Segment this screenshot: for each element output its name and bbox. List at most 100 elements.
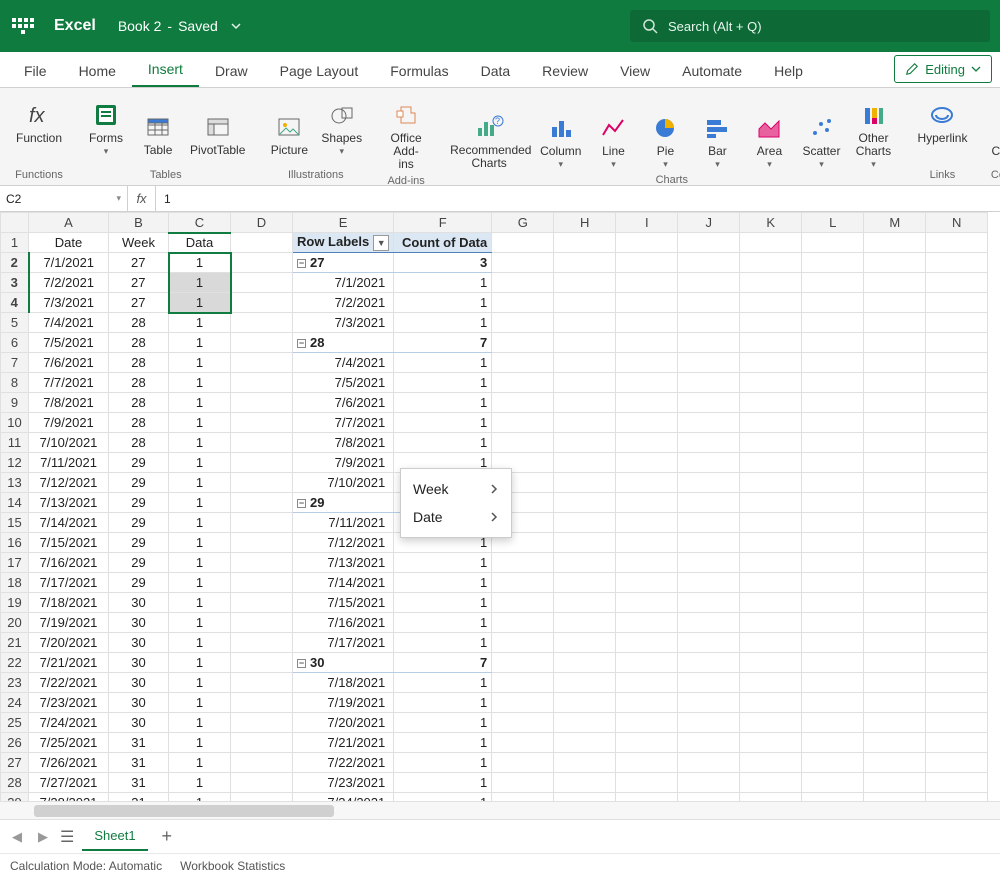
cell-C5[interactable]: 1 — [169, 313, 231, 333]
cell-A29[interactable]: 7/28/2021 — [29, 793, 109, 802]
cell-K11[interactable] — [740, 433, 802, 453]
cell-A23[interactable]: 7/22/2021 — [29, 673, 109, 693]
row-header-18[interactable]: 18 — [1, 573, 29, 593]
cell-G23[interactable] — [492, 673, 554, 693]
cell-N11[interactable] — [926, 433, 988, 453]
cell-D4[interactable] — [231, 293, 293, 313]
cell-K12[interactable] — [740, 453, 802, 473]
cell-N14[interactable] — [926, 493, 988, 513]
cell-E16[interactable]: 7/12/2021 — [293, 533, 394, 553]
cell-M4[interactable] — [864, 293, 926, 313]
cell-K8[interactable] — [740, 373, 802, 393]
cell-A8[interactable]: 7/7/2021 — [29, 373, 109, 393]
cell-E14[interactable]: −29 — [293, 493, 394, 513]
cell-K29[interactable] — [740, 793, 802, 802]
next-sheet-button[interactable]: ▶ — [34, 825, 52, 849]
cell-M1[interactable] — [864, 233, 926, 253]
tab-help[interactable]: Help — [758, 55, 819, 87]
cell-E17[interactable]: 7/13/2021 — [293, 553, 394, 573]
cell-D18[interactable] — [231, 573, 293, 593]
cell-C23[interactable]: 1 — [169, 673, 231, 693]
cell-M17[interactable] — [864, 553, 926, 573]
cell-E9[interactable]: 7/6/2021 — [293, 393, 394, 413]
cell-F20[interactable]: 1 — [394, 613, 492, 633]
cell-D20[interactable] — [231, 613, 293, 633]
cell-B4[interactable]: 27 — [109, 293, 169, 313]
cell-K25[interactable] — [740, 713, 802, 733]
cell-C18[interactable]: 1 — [169, 573, 231, 593]
cell-D8[interactable] — [231, 373, 293, 393]
cell-H11[interactable] — [554, 433, 616, 453]
cell-H22[interactable] — [554, 653, 616, 673]
cell-K17[interactable] — [740, 553, 802, 573]
cell-D29[interactable] — [231, 793, 293, 802]
cell-A4[interactable]: 7/3/2021 — [29, 293, 109, 313]
cell-B20[interactable]: 30 — [109, 613, 169, 633]
cell-N4[interactable] — [926, 293, 988, 313]
cell-F28[interactable]: 1 — [394, 773, 492, 793]
cell-F6[interactable]: 7 — [394, 333, 492, 353]
cell-A13[interactable]: 7/12/2021 — [29, 473, 109, 493]
cell-A18[interactable]: 7/17/2021 — [29, 573, 109, 593]
cell-B27[interactable]: 31 — [109, 753, 169, 773]
cell-C19[interactable]: 1 — [169, 593, 231, 613]
cell-J5[interactable] — [678, 313, 740, 333]
cell-M23[interactable] — [864, 673, 926, 693]
cell-A7[interactable]: 7/6/2021 — [29, 353, 109, 373]
cell-N28[interactable] — [926, 773, 988, 793]
cell-J20[interactable] — [678, 613, 740, 633]
cell-D16[interactable] — [231, 533, 293, 553]
col-header-G[interactable]: G — [492, 213, 554, 233]
cell-A25[interactable]: 7/24/2021 — [29, 713, 109, 733]
cell-A27[interactable]: 7/26/2021 — [29, 753, 109, 773]
cell-G25[interactable] — [492, 713, 554, 733]
recommended-charts-button[interactable]: ?RecommendedCharts — [446, 108, 532, 172]
row-header-6[interactable]: 6 — [1, 333, 29, 353]
cell-G8[interactable] — [492, 373, 554, 393]
row-header-23[interactable]: 23 — [1, 673, 29, 693]
cell-C20[interactable]: 1 — [169, 613, 231, 633]
shapes-button[interactable]: Shapes▾ — [317, 96, 366, 159]
cell-J24[interactable] — [678, 693, 740, 713]
cell-A28[interactable]: 7/27/2021 — [29, 773, 109, 793]
cell-I27[interactable] — [616, 753, 678, 773]
tab-automate[interactable]: Automate — [666, 55, 758, 87]
cell-B25[interactable]: 30 — [109, 713, 169, 733]
cell-N12[interactable] — [926, 453, 988, 473]
cell-A15[interactable]: 7/14/2021 — [29, 513, 109, 533]
cell-H21[interactable] — [554, 633, 616, 653]
cell-L2[interactable] — [802, 253, 864, 273]
cell-K27[interactable] — [740, 753, 802, 773]
cell-A11[interactable]: 7/10/2021 — [29, 433, 109, 453]
cell-A10[interactable]: 7/9/2021 — [29, 413, 109, 433]
cell-H5[interactable] — [554, 313, 616, 333]
row-header-22[interactable]: 22 — [1, 653, 29, 673]
cell-B8[interactable]: 28 — [109, 373, 169, 393]
cell-J26[interactable] — [678, 733, 740, 753]
editing-mode-button[interactable]: Editing — [894, 55, 992, 83]
tab-view[interactable]: View — [604, 55, 666, 87]
cell-M16[interactable] — [864, 533, 926, 553]
cell-F8[interactable]: 1 — [394, 373, 492, 393]
cell-I10[interactable] — [616, 413, 678, 433]
cell-F2[interactable]: 3 — [394, 253, 492, 273]
cell-H9[interactable] — [554, 393, 616, 413]
cell-B19[interactable]: 30 — [109, 593, 169, 613]
doc-name[interactable]: Book 2 - Saved — [118, 18, 242, 34]
add-sheet-button[interactable]: + — [156, 826, 179, 847]
cell-D5[interactable] — [231, 313, 293, 333]
cell-M22[interactable] — [864, 653, 926, 673]
cell-L12[interactable] — [802, 453, 864, 473]
cell-B5[interactable]: 28 — [109, 313, 169, 333]
cell-C21[interactable]: 1 — [169, 633, 231, 653]
cell-M15[interactable] — [864, 513, 926, 533]
col-header-K[interactable]: K — [740, 213, 802, 233]
cell-I21[interactable] — [616, 633, 678, 653]
cell-F5[interactable]: 1 — [394, 313, 492, 333]
tab-review[interactable]: Review — [526, 55, 604, 87]
cell-H4[interactable] — [554, 293, 616, 313]
cell-M28[interactable] — [864, 773, 926, 793]
cell-N5[interactable] — [926, 313, 988, 333]
cell-L19[interactable] — [802, 593, 864, 613]
cell-N9[interactable] — [926, 393, 988, 413]
